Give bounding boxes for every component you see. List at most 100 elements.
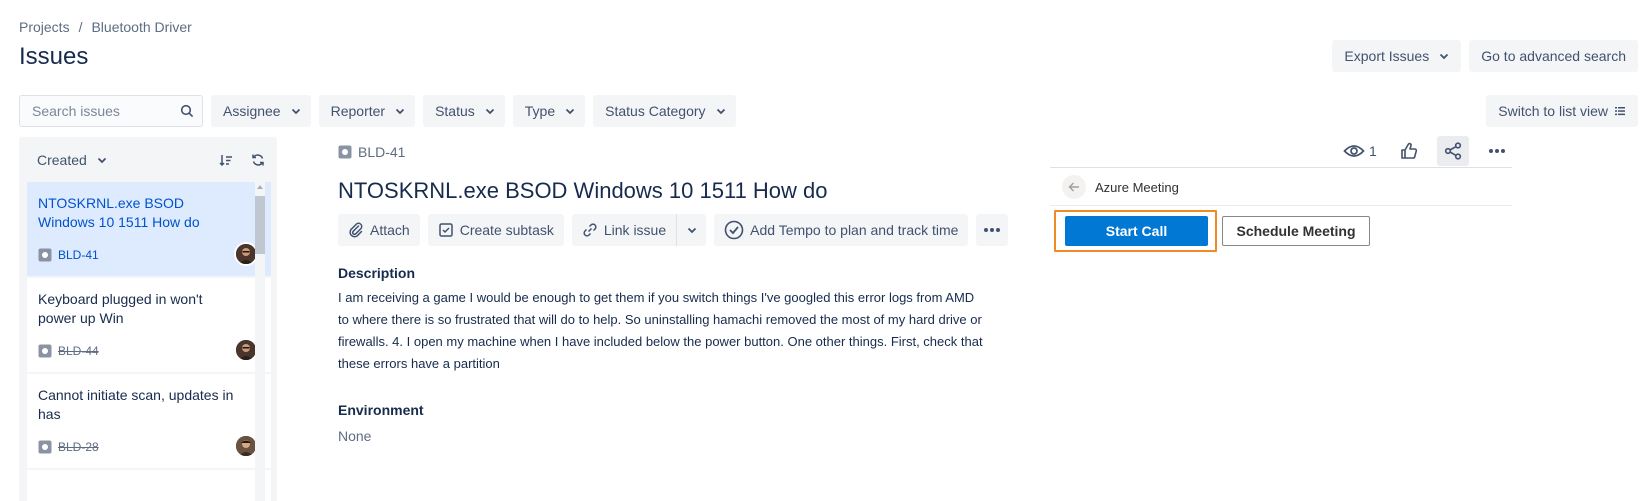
add-tempo-label: Add Tempo to plan and track time bbox=[750, 222, 959, 238]
more-icon bbox=[1488, 149, 1505, 153]
export-issues-button[interactable]: Export Issues bbox=[1332, 40, 1462, 72]
issue-type-icon bbox=[38, 440, 52, 454]
description-text[interactable]: I am receiving a game I would be enough … bbox=[338, 287, 988, 375]
issue-action-row: Attach Create subtask Link issue Add Tem… bbox=[338, 214, 1009, 246]
back-button[interactable] bbox=[1062, 175, 1086, 199]
breadcrumb-projects-link[interactable]: Projects bbox=[19, 19, 70, 35]
advanced-search-label: Go to advanced search bbox=[1481, 48, 1626, 64]
assignee-filter-button[interactable]: Assignee bbox=[211, 95, 311, 127]
reporter-filter-button[interactable]: Reporter bbox=[318, 95, 416, 127]
switch-to-list-view-label: Switch to list view bbox=[1498, 103, 1608, 119]
top-actions: Export Issues Go to advanced search bbox=[1332, 40, 1638, 72]
issue-list: NTOSKRNL.exe BSOD Windows 10 1511 How do… bbox=[27, 182, 271, 501]
issue-key-breadcrumb: BLD-41 bbox=[338, 144, 405, 160]
avatar-image-icon bbox=[236, 436, 256, 456]
description-label: Description bbox=[338, 265, 416, 281]
start-call-label: Start Call bbox=[1105, 223, 1168, 239]
issue-more-button[interactable] bbox=[1481, 136, 1513, 166]
scroll-up-arrow-icon[interactable] bbox=[257, 185, 263, 189]
sort-by-created-button[interactable]: Created bbox=[37, 152, 107, 168]
eye-icon[interactable] bbox=[1343, 143, 1365, 159]
azure-divider bbox=[1050, 205, 1512, 206]
schedule-meeting-button[interactable]: Schedule Meeting bbox=[1222, 216, 1370, 246]
create-subtask-button[interactable]: Create subtask bbox=[427, 214, 564, 246]
chevron-down-icon bbox=[565, 108, 575, 115]
status-category-filter-button[interactable]: Status Category bbox=[593, 95, 736, 127]
chevron-down-icon bbox=[97, 157, 106, 163]
attach-button[interactable]: Attach bbox=[338, 214, 420, 246]
azure-meeting-title: Azure Meeting bbox=[1095, 179, 1179, 195]
environment-label: Environment bbox=[338, 402, 424, 418]
chevron-down-icon bbox=[716, 108, 725, 115]
chevron-down-icon bbox=[687, 227, 696, 234]
arrow-left-icon bbox=[1068, 182, 1079, 192]
link-issue-label: Link issue bbox=[603, 222, 667, 238]
tempo-check-icon bbox=[724, 220, 744, 240]
page-title: Issues bbox=[19, 43, 89, 70]
search-input[interactable]: Search issues bbox=[19, 95, 203, 127]
filter-bar: Search issues Assignee Reporter Status T… bbox=[19, 95, 1638, 127]
add-tempo-button[interactable]: Add Tempo to plan and track time bbox=[714, 214, 969, 246]
reporter-filter-label: Reporter bbox=[330, 103, 386, 119]
issue-card[interactable]: Cannot initiate scan, updates in has BLD… bbox=[27, 374, 271, 470]
refresh-icon[interactable] bbox=[251, 153, 265, 167]
like-button[interactable] bbox=[1393, 136, 1425, 166]
chevron-down-icon bbox=[291, 108, 300, 115]
create-subtask-label: Create subtask bbox=[459, 222, 554, 238]
issue-key: BLD-41 bbox=[58, 248, 99, 262]
type-filter-button[interactable]: Type bbox=[512, 95, 586, 127]
status-category-filter-label: Status Category bbox=[605, 103, 706, 119]
switch-to-list-view-button[interactable]: Switch to list view bbox=[1486, 95, 1638, 127]
issue-list-scrollbar[interactable] bbox=[255, 182, 265, 501]
advanced-search-button[interactable]: Go to advanced search bbox=[1469, 40, 1638, 72]
azure-meeting-header: Azure Meeting bbox=[1062, 175, 1179, 199]
assignee-filter-label: Assignee bbox=[223, 103, 281, 119]
start-call-button[interactable]: Start Call bbox=[1065, 216, 1208, 246]
issue-list-header: Created bbox=[19, 137, 277, 182]
chevron-down-icon bbox=[395, 108, 405, 115]
search-placeholder: Search issues bbox=[32, 103, 120, 119]
issue-key-link[interactable]: BLD-41 bbox=[358, 144, 405, 160]
chevron-down-icon bbox=[485, 108, 494, 115]
issue-card-summary: Cannot initiate scan, updates in has bbox=[38, 387, 234, 422]
sort-label: Created bbox=[37, 151, 87, 168]
breadcrumb: Projects / Bluetooth Driver bbox=[19, 19, 192, 35]
issue-card[interactable]: Keyboard plugged in won't power up Win B… bbox=[27, 278, 271, 374]
issue-title[interactable]: NTOSKRNL.exe BSOD Windows 10 1511 How do bbox=[338, 178, 828, 204]
export-issues-label: Export Issues bbox=[1344, 48, 1430, 64]
toolbar-divider bbox=[1050, 167, 1512, 168]
issue-type-icon bbox=[38, 248, 52, 262]
watch-count: 1 bbox=[1369, 143, 1377, 159]
link-issue-split-button: Link issue bbox=[571, 214, 707, 246]
issue-toolbar: 1 bbox=[1343, 136, 1513, 166]
issue-card-summary: NTOSKRNL.exe BSOD Windows 10 1511 How do bbox=[38, 195, 200, 230]
sort-order-icon[interactable] bbox=[219, 153, 233, 167]
list-view-icon bbox=[1615, 107, 1625, 116]
chevron-down-icon bbox=[1440, 53, 1449, 60]
sort-actions bbox=[219, 153, 265, 167]
link-issue-dropdown-button[interactable] bbox=[676, 214, 707, 246]
paperclip-icon bbox=[349, 222, 363, 238]
share-button[interactable] bbox=[1436, 136, 1469, 166]
more-actions-button[interactable] bbox=[976, 214, 1009, 246]
thumbs-up-icon bbox=[1400, 142, 1417, 159]
issue-type-icon bbox=[338, 145, 352, 159]
status-filter-label: Status bbox=[435, 103, 475, 119]
attach-label: Attach bbox=[370, 222, 410, 238]
breadcrumb-project-link[interactable]: Bluetooth Driver bbox=[91, 19, 191, 35]
share-icon bbox=[1444, 142, 1461, 160]
issue-card-summary: Keyboard plugged in won't power up Win bbox=[38, 291, 203, 326]
status-filter-button[interactable]: Status bbox=[423, 95, 505, 127]
type-filter-label: Type bbox=[524, 103, 556, 119]
schedule-meeting-label: Schedule Meeting bbox=[1236, 223, 1356, 239]
link-issue-button[interactable]: Link issue bbox=[571, 214, 677, 246]
scrollbar-thumb[interactable] bbox=[255, 196, 265, 254]
breadcrumb-separator: / bbox=[78, 19, 83, 35]
issue-key: BLD-44 bbox=[58, 344, 99, 358]
issue-card-meta: BLD-41 bbox=[38, 248, 99, 262]
issue-card-meta: BLD-28 bbox=[38, 440, 99, 454]
issue-type-icon bbox=[38, 344, 52, 358]
issue-card[interactable]: NTOSKRNL.exe BSOD Windows 10 1511 How do… bbox=[27, 182, 271, 278]
issue-key: BLD-28 bbox=[58, 440, 99, 454]
environment-value[interactable]: None bbox=[338, 428, 371, 444]
